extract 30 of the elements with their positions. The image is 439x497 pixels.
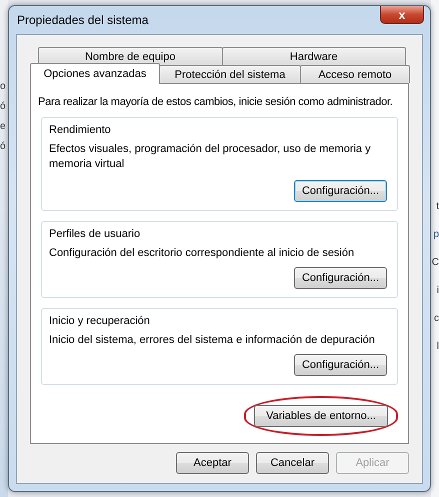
background-text: t xyxy=(436,200,439,214)
background-text: c xyxy=(434,312,439,326)
background-text: ó xyxy=(0,140,7,154)
background-text: o xyxy=(0,80,7,94)
close-button[interactable]: x xyxy=(380,6,424,24)
intro-text: Para realizar la mayoría de estos cambios, inicie sesión como administrador. xyxy=(38,96,394,108)
tab[interactable]: Opciones avanzadas xyxy=(30,63,160,84)
background-text: e xyxy=(0,120,7,134)
group-title: Inicio y recuperación xyxy=(49,315,151,327)
background-text: C xyxy=(432,256,439,270)
tab[interactable]: Nombre de equipo xyxy=(38,47,222,65)
group-description: Efectos visuales, programación del procesador, uso de memoria y memoria virtual xyxy=(49,142,372,172)
settings-button[interactable]: Configuración... xyxy=(294,267,387,289)
environment-variables-button[interactable]: Variables de entorno... xyxy=(254,405,388,427)
settings-button[interactable]: Configuración... xyxy=(294,180,387,202)
group-title: Perfiles de usuario xyxy=(49,228,142,240)
tab[interactable]: Protección del sistema xyxy=(159,65,301,83)
tab[interactable]: Acceso remoto xyxy=(300,65,410,83)
dialog-button[interactable]: Aceptar xyxy=(176,452,249,474)
window-title: Propiedades del sistema xyxy=(17,13,148,27)
background-text: ó xyxy=(0,100,7,114)
group-title: Rendimiento xyxy=(49,124,112,136)
background-text: l xyxy=(436,340,439,354)
settings-button[interactable]: Configuración... xyxy=(294,354,387,376)
group-description: Inicio del sistema, errores del sistema e información de depuración xyxy=(49,333,376,348)
background-text: p xyxy=(433,228,439,242)
tab[interactable]: Hardware xyxy=(222,47,406,65)
dialog-button[interactable]: Cancelar xyxy=(256,452,329,474)
group-description: Configuración del escritorio correspondiente al inicio de sesión xyxy=(49,246,356,261)
background-text: i xyxy=(436,284,439,298)
